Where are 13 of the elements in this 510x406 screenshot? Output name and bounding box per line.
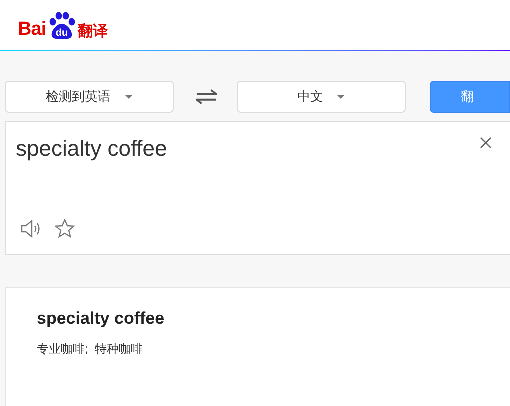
caret-icon <box>124 94 133 100</box>
target-language-select[interactable]: 中文 <box>236 81 406 113</box>
swap-icon[interactable] <box>196 89 217 105</box>
result-term: specialty coffee <box>37 308 166 330</box>
logo-text: 翻译 <box>78 24 108 39</box>
star-icon[interactable] <box>55 219 75 239</box>
logo-text: Bai <box>18 20 46 39</box>
close-icon[interactable] <box>480 137 492 149</box>
translation-text: 专业咖啡; 特种咖啡 <box>37 340 144 358</box>
speaker-icon[interactable] <box>21 220 41 238</box>
caret-icon <box>337 94 346 100</box>
input-text[interactable]: specialty coffee <box>16 132 168 165</box>
source-language-select[interactable]: 检测到英语 <box>5 81 174 113</box>
